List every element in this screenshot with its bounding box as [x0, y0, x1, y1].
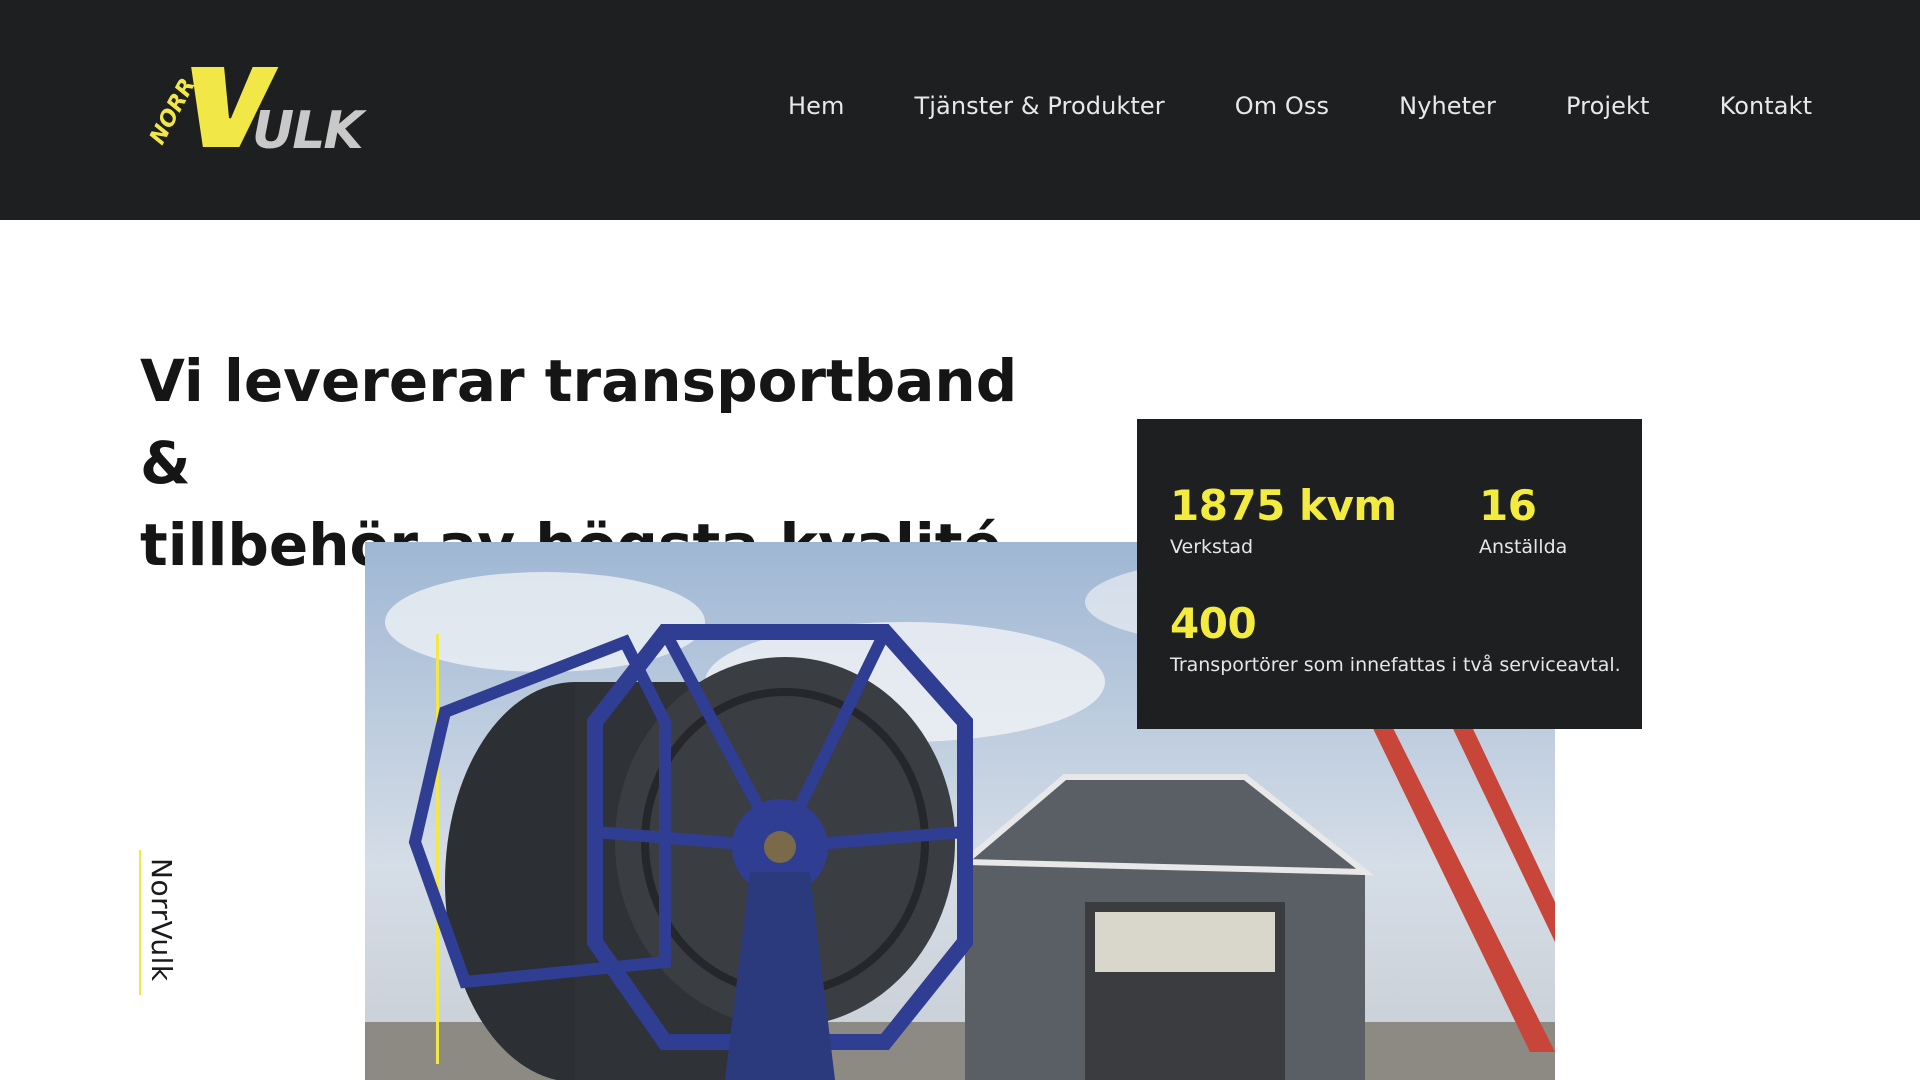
headline-line-1: Vi levererar transportband & [140, 347, 1018, 497]
stat-verkstad: 1875 kvm Verkstad [1170, 481, 1397, 558]
stat-value: 400 [1170, 599, 1257, 648]
svg-text:ULK: ULK [252, 101, 367, 154]
site-header: NORR ULK Hem Tjänster & Produkter Om Oss… [0, 0, 1920, 220]
stats-panel: 1875 kvm Verkstad 16 Anställda 400 Trans… [1137, 419, 1642, 729]
nav-projekt[interactable]: Projekt [1566, 92, 1650, 120]
stat-label: Verkstad [1170, 536, 1254, 558]
vertical-brand-label: NorrVulk [145, 858, 178, 982]
nav-kontakt[interactable]: Kontakt [1720, 92, 1813, 120]
norrvulk-logo[interactable]: NORR ULK [140, 66, 390, 154]
stat-anstallda: 16 Anställda [1479, 481, 1567, 558]
nav-nyheter[interactable]: Nyheter [1399, 92, 1496, 120]
nav-om-oss[interactable]: Om Oss [1235, 92, 1329, 120]
stat-transportorer: 400 Transportörer som innefattas i två s… [1170, 599, 1621, 676]
nav-tjanster-produkter[interactable]: Tjänster & Produkter [915, 92, 1165, 120]
svg-text:NORR: NORR [145, 74, 200, 148]
stat-label: Transportörer som innefattas i två servi… [1170, 654, 1621, 676]
stat-value: 16 [1479, 481, 1537, 530]
vertical-accent-line [139, 850, 141, 995]
main-nav: Hem Tjänster & Produkter Om Oss Nyheter … [788, 92, 1812, 120]
stat-value: 1875 kvm [1170, 481, 1397, 530]
nav-hem[interactable]: Hem [788, 92, 845, 120]
stat-label: Anställda [1479, 536, 1568, 558]
